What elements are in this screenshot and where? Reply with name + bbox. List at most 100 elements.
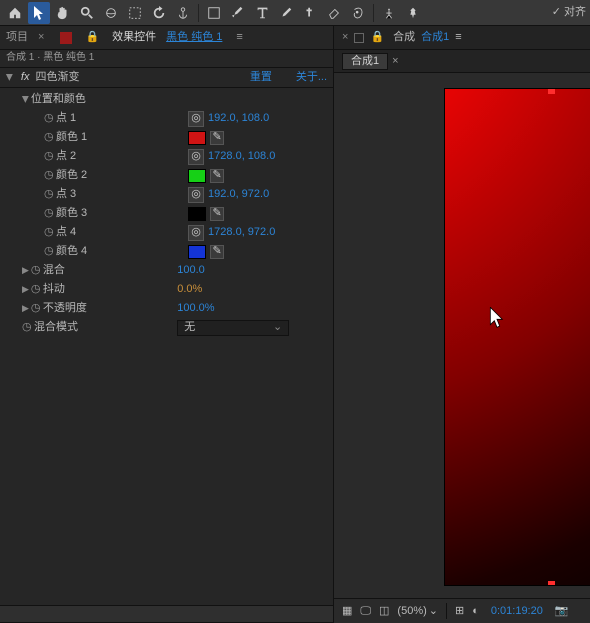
prop-value[interactable]: 0.0%	[177, 284, 202, 295]
composition-viewer[interactable]	[334, 72, 590, 599]
effect-properties: ▶ 位置和颜色 ◷ 点 1 ◎ 192.0, 108.0 ◷ 颜色 1	[0, 88, 333, 605]
comp-tab[interactable]: 合成1	[342, 53, 388, 70]
stopwatch-icon[interactable]: ◷	[22, 322, 34, 334]
prop-value[interactable]: 100.0%	[177, 303, 214, 314]
resolution-icon[interactable]: 🖵	[360, 606, 371, 617]
channel-icon[interactable]: ⊞	[455, 606, 464, 617]
color-swatch[interactable]	[188, 245, 206, 259]
close-icon[interactable]: ×	[38, 32, 44, 43]
orbit-tool-icon[interactable]	[100, 2, 122, 24]
twirl-icon[interactable]: ▶	[22, 304, 29, 313]
fx-badge[interactable]: fx	[21, 72, 30, 83]
prop-value[interactable]: 100.0	[177, 265, 205, 276]
viewer-status-bar: ▦ 🖵 ◫ (50%) ⌄ ⊞ ◐ 0:01:19:20 📷	[334, 599, 590, 623]
snap-toggle[interactable]: ✓ 对齐	[552, 7, 586, 18]
brush-tool-icon[interactable]	[275, 2, 297, 24]
comp-subtabs: 合成1 ×	[334, 50, 590, 72]
puppet-tool-icon[interactable]	[378, 2, 400, 24]
stopwatch-icon[interactable]: ◷	[44, 208, 56, 220]
prop-value[interactable]: 1728.0, 972.0	[208, 227, 275, 238]
shape-tool-icon[interactable]	[203, 2, 225, 24]
twirl-icon[interactable]: ▶	[5, 74, 14, 81]
close-icon[interactable]: ×	[392, 56, 398, 67]
blend-mode-dropdown[interactable]: 无 ⌄	[177, 320, 289, 336]
dropdown-value: 无	[184, 322, 195, 333]
exposure-icon[interactable]: ◐	[472, 606, 479, 617]
stopwatch-icon[interactable]: ◷	[31, 265, 43, 277]
twirl-icon[interactable]: ▶	[22, 266, 29, 275]
prop-value[interactable]: 192.0, 972.0	[208, 189, 269, 200]
current-time[interactable]: 0:01:19:20	[491, 606, 543, 617]
prop-color-1: ◷ 颜色 1 ✎	[0, 128, 333, 147]
composition-panel: × 🔒 合成 合成1 ≡ 合成1 ×	[334, 26, 590, 623]
zoom-tool-icon[interactable]	[76, 2, 98, 24]
selection-handle[interactable]	[548, 88, 555, 94]
prop-label: 颜色 2	[56, 170, 87, 181]
zoom-dropdown[interactable]: (50%) ⌄	[397, 606, 438, 617]
point-target-icon[interactable]: ◎	[188, 187, 204, 203]
lock-icon[interactable]: 🔒	[85, 32, 99, 43]
stopwatch-icon[interactable]: ◷	[31, 284, 43, 296]
group-pos-color[interactable]: ▶ 位置和颜色	[0, 90, 333, 109]
type-tool-icon[interactable]	[251, 2, 273, 24]
eyedropper-icon[interactable]: ✎	[210, 131, 224, 145]
pen-tool-icon[interactable]	[227, 2, 249, 24]
eraser-tool-icon[interactable]	[323, 2, 345, 24]
comp-title-link[interactable]: 合成1	[421, 32, 449, 43]
point-target-icon[interactable]: ◎	[188, 149, 204, 165]
selection-handle[interactable]	[548, 581, 555, 586]
stopwatch-icon[interactable]: ◷	[44, 227, 56, 239]
close-icon[interactable]: ×	[342, 32, 348, 43]
lock-icon[interactable]: 🔒	[370, 32, 384, 43]
snapshot-icon[interactable]: 📷	[555, 606, 569, 617]
roi-tool-icon[interactable]	[124, 2, 146, 24]
prop-value[interactable]: 192.0, 108.0	[208, 113, 269, 124]
prop-label: 混合	[43, 265, 65, 276]
clone-tool-icon[interactable]	[299, 2, 321, 24]
stopwatch-icon[interactable]: ◷	[44, 151, 56, 163]
hand-tool-icon[interactable]	[52, 2, 74, 24]
snap-label: 对齐	[564, 7, 586, 18]
fx-name[interactable]: 四色渐变	[35, 72, 79, 83]
zoom-value: (50%)	[397, 606, 426, 617]
chevron-down-icon: ⌄	[273, 322, 282, 333]
stopwatch-icon[interactable]: ◷	[31, 303, 43, 315]
about-link[interactable]: 关于...	[296, 72, 327, 83]
layer-name-link[interactable]: 黑色 纯色 1	[166, 32, 222, 43]
prop-label: 颜色 1	[56, 132, 87, 143]
twirl-icon[interactable]: ▶	[22, 285, 29, 294]
anchor-tool-icon[interactable]	[172, 2, 194, 24]
grid-icon[interactable]: ▦	[342, 606, 352, 617]
stopwatch-icon[interactable]: ◷	[44, 246, 56, 258]
left-panel-tabs: 项目 × 🔒 效果控件 黑色 纯色 1 ≡	[0, 26, 333, 50]
separator	[446, 603, 447, 619]
tab-project[interactable]: 项目	[6, 32, 28, 43]
panel-menu-icon[interactable]: ≡	[236, 32, 242, 43]
tab-effect-controls[interactable]: 效果控件	[112, 32, 156, 43]
eyedropper-icon[interactable]: ✎	[210, 169, 224, 183]
point-target-icon[interactable]: ◎	[188, 225, 204, 241]
prop-value[interactable]: 1728.0, 108.0	[208, 151, 275, 162]
twirl-icon[interactable]: ▶	[21, 96, 30, 103]
color-swatch[interactable]	[188, 207, 206, 221]
color-swatch[interactable]	[188, 131, 206, 145]
mask-icon[interactable]: ◫	[379, 606, 389, 617]
point-target-icon[interactable]: ◎	[188, 111, 204, 127]
home-icon[interactable]	[4, 2, 26, 24]
stopwatch-icon[interactable]: ◷	[44, 189, 56, 201]
color-swatch[interactable]	[188, 169, 206, 183]
comp-canvas[interactable]	[444, 88, 590, 586]
stopwatch-icon[interactable]: ◷	[44, 113, 56, 125]
selection-tool-icon[interactable]	[28, 2, 50, 24]
panel-menu-icon[interactable]: ≡	[455, 32, 461, 43]
prop-point-3: ◷ 点 3 ◎ 192.0, 972.0	[0, 185, 333, 204]
rotate-tool-icon[interactable]	[148, 2, 170, 24]
stopwatch-icon[interactable]: ◷	[44, 132, 56, 144]
reset-link[interactable]: 重置	[250, 72, 272, 83]
roto-tool-icon[interactable]	[347, 2, 369, 24]
prop-label: 颜色 4	[56, 246, 87, 257]
eyedropper-icon[interactable]: ✎	[210, 245, 224, 259]
pin-tool-icon[interactable]	[402, 2, 424, 24]
eyedropper-icon[interactable]: ✎	[210, 207, 224, 221]
stopwatch-icon[interactable]: ◷	[44, 170, 56, 182]
